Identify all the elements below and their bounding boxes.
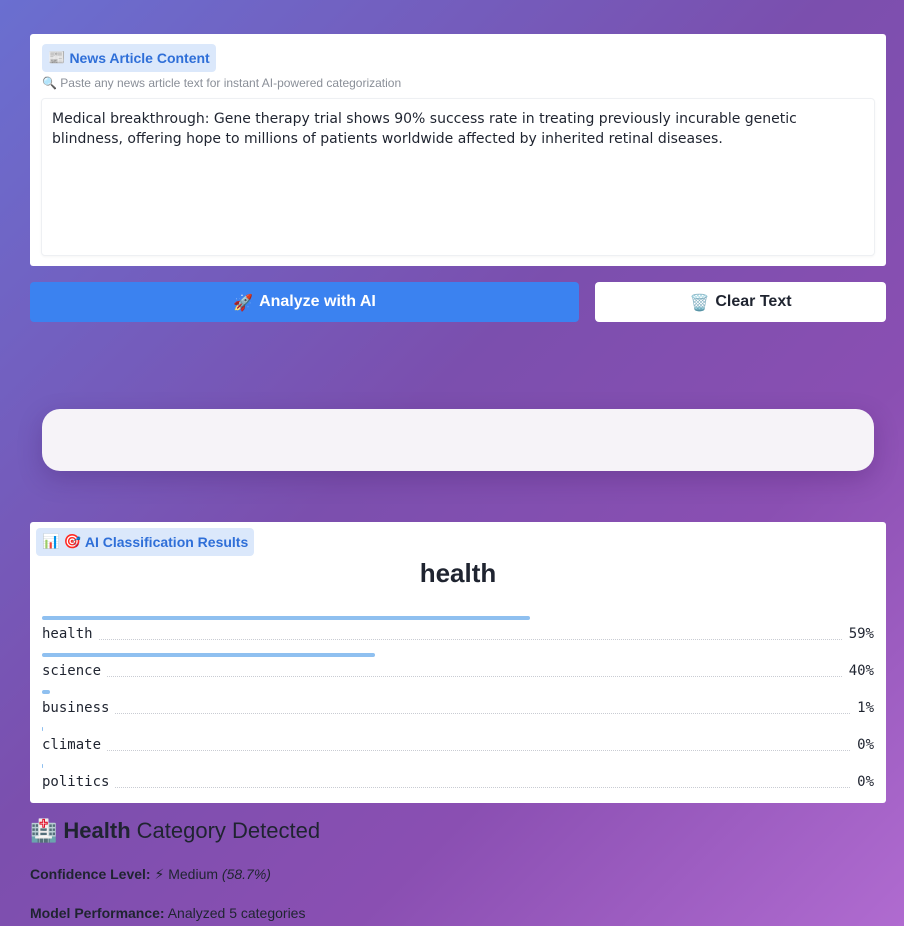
result-percent: 1%: [851, 700, 874, 716]
input-section-label: 📰 News Article Content: [42, 44, 216, 72]
result-label: science: [42, 663, 108, 679]
result-bar-fill: [42, 764, 43, 768]
result-percent: 59%: [842, 626, 874, 642]
result-label: business: [42, 700, 116, 716]
rocket-icon: 🚀: [233, 292, 254, 312]
confidence-pct: (58.7%): [221, 866, 271, 882]
trash-icon: 🗑️: [689, 292, 710, 312]
input-panel: 📰 News Article Content 🔍 Paste any news …: [30, 34, 886, 266]
analyze-button[interactable]: 🚀 Analyze with AI: [30, 282, 579, 322]
result-label: climate: [42, 737, 108, 753]
hospital-icon: 🏥: [30, 818, 58, 844]
result-bar-fill: [42, 727, 43, 731]
detected-heading: 🏥 Health Category Detected: [30, 818, 320, 844]
result-percent: 40%: [842, 663, 874, 679]
confidence-line: Confidence Level: ⚡ Medium (58.7%): [30, 866, 271, 883]
result-label: politics: [42, 774, 116, 790]
detected-heading-rest: Category Detected: [136, 818, 321, 843]
result-label: health: [42, 626, 99, 642]
target-icon: 🎯: [63, 534, 81, 550]
result-bar-fill: [42, 690, 51, 694]
result-row-business: business 1%: [42, 690, 874, 727]
detected-category: Health: [63, 818, 131, 843]
lightning-icon: ⚡: [154, 867, 165, 883]
magnifier-icon: 🔍: [42, 76, 57, 90]
top-prediction-label: health: [419, 558, 497, 588]
confidence-value: Medium: [168, 866, 219, 882]
result-row-health: health 59%: [42, 616, 874, 653]
result-leader-dots: [42, 676, 874, 677]
result-leader-dots: [42, 787, 874, 788]
results-section-label-text: AI Classification Results: [84, 534, 249, 550]
status-box: [42, 409, 874, 471]
result-bar-fill: [42, 653, 375, 657]
clear-button-label: Clear Text: [715, 293, 792, 310]
result-leader-dots: [42, 713, 874, 714]
analyze-button-label: Analyze with AI: [259, 293, 376, 310]
performance-key: Model Performance:: [30, 905, 165, 921]
result-leader-dots: [42, 639, 874, 640]
result-bar-fill: [42, 616, 531, 620]
result-leader-dots: [42, 750, 874, 751]
result-bar-track: [42, 764, 874, 768]
performance-line: Model Performance: Analyzed 5 categories: [30, 905, 305, 921]
results-panel: 📊 🎯 AI Classification Results health hea…: [30, 522, 886, 803]
results-section-label: 📊 🎯 AI Classification Results: [36, 528, 255, 556]
article-textarea[interactable]: Medical breakthrough: Gene therapy trial…: [41, 98, 875, 256]
performance-value: Analyzed 5 categories: [167, 905, 306, 921]
result-row-science: science 40%: [42, 653, 874, 690]
result-bar-track: [42, 727, 874, 731]
result-bar-track: [42, 690, 874, 694]
confidence-key: Confidence Level:: [30, 866, 151, 882]
bar-chart-icon: 📊: [42, 534, 60, 550]
result-bar-track: [42, 653, 874, 657]
result-row-politics: politics 0%: [42, 764, 874, 801]
result-row-climate: climate 0%: [42, 727, 874, 764]
result-bar-track: [42, 616, 874, 620]
result-percent: 0%: [851, 774, 874, 790]
result-percent: 0%: [851, 737, 874, 753]
input-section-label-text: News Article Content: [69, 50, 210, 66]
clear-button[interactable]: 🗑️ Clear Text: [595, 282, 886, 322]
newspaper-icon: 📰: [48, 50, 66, 66]
input-hint: 🔍 Paste any news article text for instan…: [42, 76, 401, 90]
input-hint-text: Paste any news article text for instant …: [60, 76, 402, 90]
